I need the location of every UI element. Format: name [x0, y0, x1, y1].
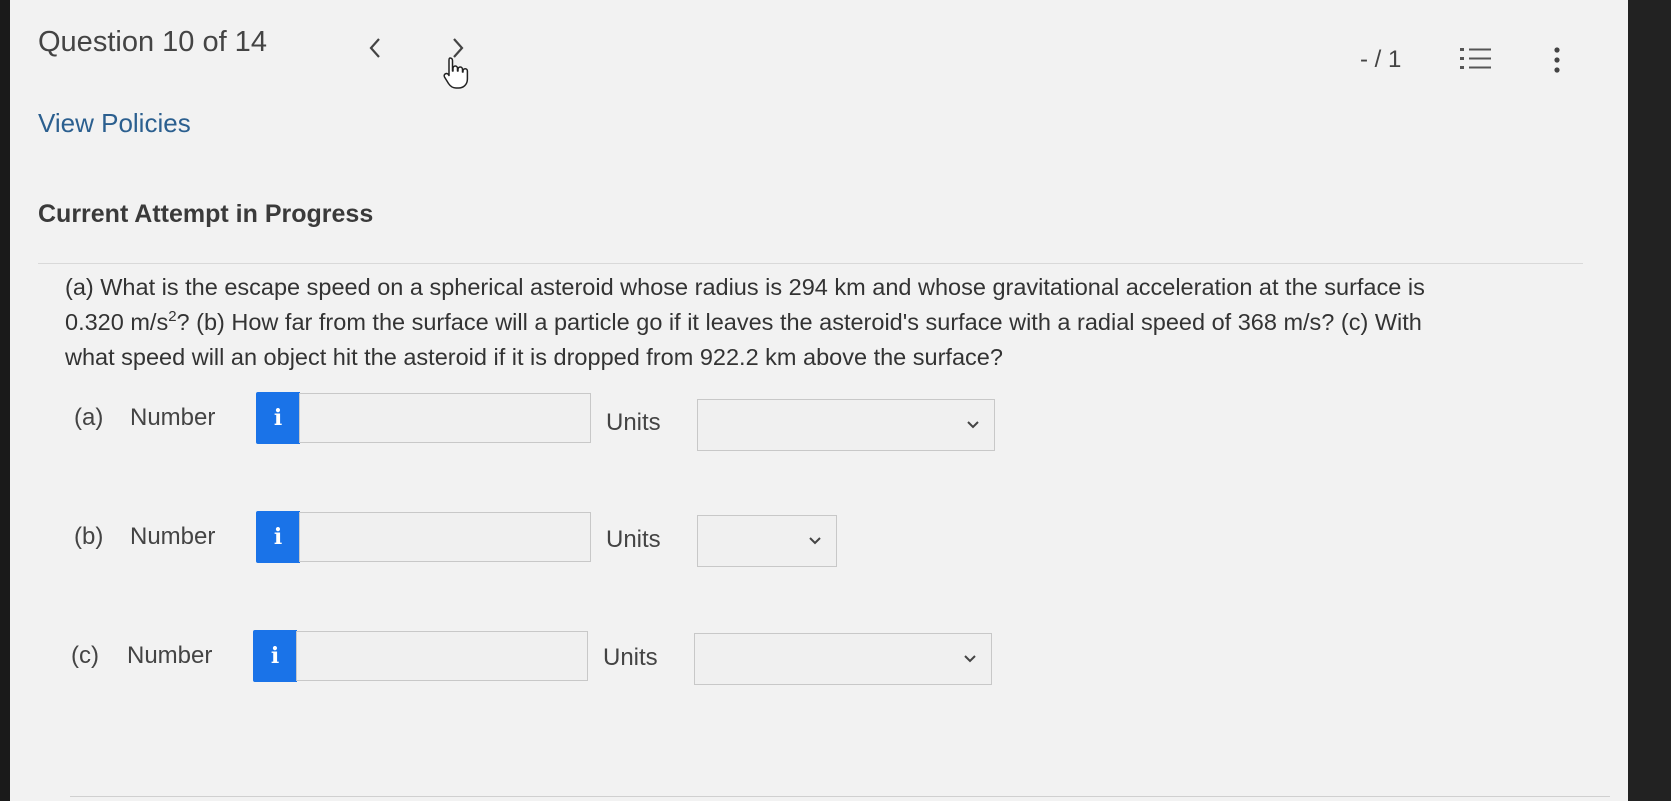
question-list-button[interactable]: [1460, 46, 1494, 77]
question-line-3: what speed will an object hit the astero…: [65, 344, 1003, 370]
part-b-units-select[interactable]: [697, 515, 837, 567]
part-a-units-label: Units: [606, 409, 661, 436]
part-a-number-label: Number: [130, 404, 216, 431]
question-line-2-post: ? (b) How far from the surface will a pa…: [176, 309, 1422, 335]
question-title: Question 10 of 14: [38, 26, 267, 58]
chevron-down-icon: [809, 537, 821, 545]
question-line-2: 0.320 m/s2? (b) How far from the surface…: [65, 305, 1595, 340]
part-a-units-select[interactable]: [697, 399, 995, 451]
question-text: (a) What is the escape speed on a spheri…: [65, 270, 1595, 375]
question-line-1: (a) What is the escape speed on a spheri…: [65, 274, 1425, 300]
chevron-left-icon: [369, 38, 380, 58]
attempt-heading: Current Attempt in Progress: [38, 200, 374, 228]
more-options-button[interactable]: [1552, 46, 1562, 79]
superscript-exponent: 2: [168, 308, 177, 326]
part-b-units-label: Units: [606, 526, 661, 553]
part-c-number-label: Number: [127, 642, 213, 669]
view-policies-link[interactable]: View Policies: [38, 108, 191, 139]
bottom-divider: [70, 796, 1610, 797]
numbered-list-icon: [1460, 48, 1491, 69]
previous-question-button[interactable]: [355, 28, 395, 68]
part-c-number-input[interactable]: [296, 631, 588, 681]
part-c-units-label: Units: [603, 644, 658, 671]
vertical-ellipsis-icon: [1554, 47, 1560, 73]
quiz-screen: Question 10 of 14 - / 1 View Policies Cu…: [10, 0, 1628, 801]
part-a-info-button[interactable]: i: [256, 392, 300, 444]
part-c-label: (c): [71, 642, 99, 669]
part-b-number-label: Number: [130, 523, 216, 550]
hand-pointer-icon: [443, 57, 469, 89]
part-c-units-select[interactable]: [694, 633, 992, 685]
chevron-down-icon: [967, 421, 979, 429]
score-display: - / 1: [1360, 46, 1402, 73]
part-b-number-input[interactable]: [299, 512, 591, 562]
part-a-number-input[interactable]: [299, 393, 591, 443]
screen-bezel: [1628, 0, 1671, 801]
section-divider: [38, 263, 1583, 264]
question-line-2-pre: 0.320 m/s: [65, 309, 169, 335]
chevron-down-icon: [964, 655, 976, 663]
part-b-info-button[interactable]: i: [256, 511, 300, 563]
part-a-label: (a): [74, 404, 104, 431]
part-c-info-button[interactable]: i: [253, 630, 297, 682]
part-b-label: (b): [74, 523, 104, 550]
